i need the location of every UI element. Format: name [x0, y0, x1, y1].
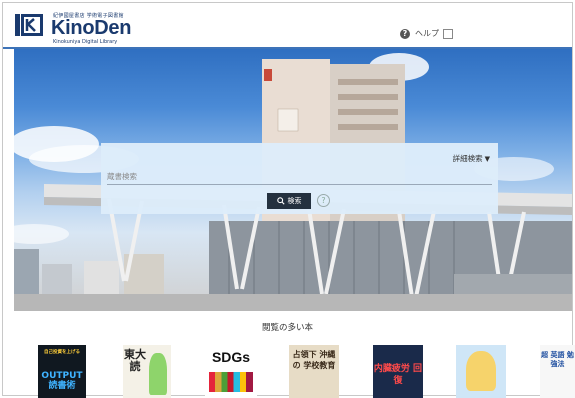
search-input[interactable]: [107, 169, 492, 185]
book-7-title: 超 英語 勉強法: [541, 351, 574, 368]
book-cover-4[interactable]: 占領下 沖縄の 学校教育: [289, 345, 339, 398]
login-icon[interactable]: [443, 29, 453, 39]
search-button[interactable]: 検索: [267, 193, 311, 209]
popular-books-list: 自己投資を上げる OUTPUT 読書術 東大 読 SDGs 占領下 沖縄の 学校…: [0, 345, 575, 398]
hero-image: 詳細検索▼ 検索 ?: [14, 49, 572, 311]
book-cover-7[interactable]: 超 英語 勉強法: [540, 345, 575, 398]
search-help-icon[interactable]: ?: [317, 194, 330, 207]
sdgs-color-grid: [209, 372, 253, 392]
book-cover-6[interactable]: [456, 345, 506, 398]
help-icon[interactable]: ?: [400, 29, 410, 39]
search-icon: [276, 197, 285, 205]
book-2-title: 東大 読: [124, 348, 146, 373]
logo-subtitle-bottom: Kinokuniya Digital Library: [53, 39, 118, 45]
header: 紀伊國屋書店 学術電子図書館 KinoDen Kinokuniya Digita…: [3, 3, 572, 47]
book-6-illustration: [466, 351, 496, 391]
book-3-title: SDGs: [211, 349, 251, 365]
logo-title[interactable]: KinoDen: [51, 17, 131, 40]
book-1-title: OUTPUT 読書術: [41, 371, 83, 391]
search-button-label: 検索: [287, 197, 302, 205]
advanced-search-label: 詳細検索: [452, 154, 483, 163]
book-1-top-text: 自己投資を上げる: [44, 350, 80, 355]
popular-books-title: 閲覧の多い本: [261, 323, 313, 333]
search-panel: 詳細検索▼ 検索 ?: [101, 143, 498, 214]
book-cover-3[interactable]: SDGs: [205, 345, 257, 398]
book-2-illustration: [149, 353, 167, 395]
help-link[interactable]: ヘルプ: [415, 28, 439, 39]
book-cover-2[interactable]: 東大 読: [123, 345, 171, 398]
book-5-title: 内臓疲労 回復: [373, 364, 423, 386]
chevron-down-icon: ▼: [484, 155, 490, 163]
book-4-title: 占領下 沖縄の 学校教育: [292, 350, 336, 370]
book-cover-1[interactable]: 自己投資を上げる OUTPUT 読書術: [38, 345, 86, 398]
book-cover-5[interactable]: 内臓疲労 回復: [373, 345, 423, 398]
kinoden-logo-icon[interactable]: [15, 11, 45, 41]
advanced-search-link[interactable]: 詳細検索 ▼: [453, 153, 490, 164]
